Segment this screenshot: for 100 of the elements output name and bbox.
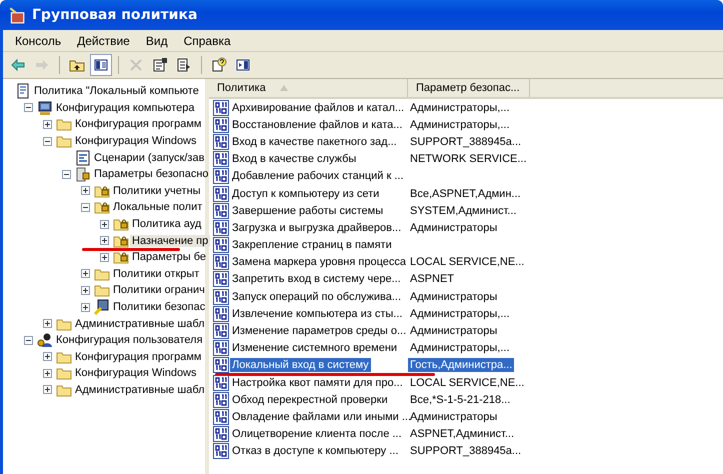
tree-item[interactable]: Административные шабл	[73, 384, 207, 396]
table-cell[interactable]: Завершение работы системы	[230, 204, 386, 218]
table-cell[interactable]: Закрепление страниц в памяти	[230, 238, 394, 252]
table-cell[interactable]: Локальный вход в систему	[230, 358, 371, 372]
table-cell[interactable]: Загрузка и выгрузка драйверов...	[230, 220, 404, 235]
expand-toggle[interactable]	[81, 302, 90, 312]
computer-icon	[37, 100, 53, 116]
table-cell: Гость,Администра...	[408, 358, 514, 372]
table-cell-text: Администраторы,...	[409, 341, 510, 356]
menu-item[interactable]: Вид	[138, 34, 176, 48]
collapse-toggle[interactable]	[43, 136, 52, 146]
table-cell-text: Администраторы	[409, 290, 498, 304]
tree-item[interactable]: Конфигурация пользователя	[54, 334, 205, 346]
column-header[interactable]: Параметр безопас...	[408, 79, 530, 97]
tree-item[interactable]: Параметры бе	[130, 251, 208, 264]
sort-arrow-icon	[280, 85, 288, 91]
expand-toggle[interactable]	[43, 368, 52, 378]
network-policy-icon	[94, 299, 110, 316]
policy-icon	[213, 202, 230, 219]
tree-item[interactable]: Политика "Локальный компьюте	[32, 85, 201, 98]
policy-icon	[213, 323, 230, 340]
expand-toggle[interactable]	[81, 186, 90, 196]
policy-icon	[213, 392, 230, 408]
table-cell[interactable]: Доступ к компьютеру из сети	[230, 186, 382, 201]
tree-item[interactable]: Политики безопас	[111, 301, 208, 314]
table-cell[interactable]: Настройка квот памяти для про...	[230, 376, 405, 390]
policy-icon	[213, 168, 230, 184]
forward-arrow-icon	[34, 57, 50, 73]
expand-toggle[interactable]	[100, 220, 109, 229]
table-cell[interactable]: Запретить вход в систему чере...	[230, 272, 403, 286]
policy-icon	[213, 306, 230, 322]
expand-toggle[interactable]	[81, 286, 90, 295]
table-cell[interactable]: Замена маркера уровня процесса	[230, 255, 408, 270]
expand-toggle[interactable]	[81, 269, 90, 278]
properties-icon	[152, 57, 168, 73]
policy-icon	[213, 340, 230, 356]
tree-item[interactable]: Сценарии (запуск/зав	[92, 152, 206, 164]
table-cell-text: SUPPORT_388945a...	[409, 444, 522, 458]
tree-item[interactable]: Политики открыт	[111, 268, 202, 280]
app-icon	[8, 6, 26, 24]
window-title: Групповая политика	[32, 7, 198, 23]
policy-icon	[213, 220, 230, 236]
expand-toggle[interactable]	[100, 236, 109, 246]
table-cell[interactable]: Запуск операций по обслужива...	[230, 290, 404, 304]
help-icon	[211, 57, 227, 73]
table-cell[interactable]: Обход перекрестной проверки	[230, 392, 390, 407]
delete-icon	[128, 57, 144, 73]
table-cell-text: Администраторы,...	[409, 100, 510, 115]
table-cell-text: Все,*S-1-5-21-218...	[409, 392, 512, 407]
tree-item[interactable]: Параметры безопасно	[92, 168, 211, 180]
tree-pane-icon	[93, 57, 109, 73]
collapse-toggle[interactable]	[81, 202, 90, 212]
tree-item[interactable]: Конфигурация Windows	[73, 367, 198, 380]
column-header[interactable]: Политика	[209, 79, 408, 97]
table-cell[interactable]: Олицетворение клиента после ...	[230, 427, 404, 442]
back-arrow-icon	[10, 57, 26, 73]
menu-item[interactable]: Справка	[176, 34, 239, 48]
table-cell[interactable]: Изменение системного времени	[230, 341, 400, 356]
tree-item[interactable]: Политика ауд	[130, 218, 204, 230]
tree-item[interactable]: Политики учетны	[111, 184, 203, 197]
policy-icon	[213, 186, 230, 202]
expand-toggle[interactable]	[100, 252, 109, 262]
table-cell-text: SUPPORT_388945a...	[409, 134, 522, 149]
table-cell[interactable]: Отказ в доступе к компьютеру ...	[230, 444, 400, 458]
tree-item[interactable]: Конфигурация программ	[73, 350, 204, 363]
tree-item[interactable]: Локальные полит	[111, 201, 204, 214]
table-cell-text: Администраторы	[409, 220, 498, 235]
table-cell[interactable]: Вход в качестве пакетного зад...	[230, 134, 399, 149]
expand-toggle[interactable]	[43, 385, 52, 394]
table-cell-text: LOCAL SERVICE,NE...	[409, 255, 526, 270]
policy-icon	[213, 426, 230, 442]
collapse-toggle[interactable]	[24, 336, 33, 345]
collapse-toggle[interactable]	[62, 170, 71, 179]
menu-item[interactable]: Действие	[69, 34, 138, 48]
policy-icon	[213, 408, 230, 425]
expand-toggle[interactable]	[43, 352, 52, 362]
policy-icon	[213, 100, 230, 116]
table-cell-text: ASPNET,Админист...	[409, 427, 516, 442]
tree-item[interactable]: Конфигурация Windows	[73, 135, 198, 148]
table-cell[interactable]: Вход в качестве службы	[230, 152, 358, 166]
menu-item[interactable]: Консоль	[7, 34, 70, 48]
tree-item[interactable]: Конфигурация компьютера	[54, 102, 196, 114]
table-cell[interactable]: Добавление рабочих станций к ...	[230, 169, 406, 184]
expand-toggle[interactable]	[43, 120, 52, 129]
tree-item[interactable]: Политики огранич	[111, 284, 207, 296]
tree-item[interactable]: Конфигурация программ	[73, 118, 204, 130]
user-icon	[37, 332, 53, 348]
tree-item[interactable]: Административные шабл	[73, 318, 207, 330]
table-cell-text: Администраторы	[409, 324, 498, 338]
expand-toggle[interactable]	[43, 319, 52, 328]
table-cell[interactable]: Изменение параметров среды о...	[230, 324, 408, 338]
tree-item[interactable]: Назначение пр	[130, 234, 210, 247]
table-cell[interactable]: Восстановление файлов и ката...	[230, 118, 404, 132]
toolbar-button[interactable]	[90, 54, 112, 76]
table-cell-text: LOCAL SERVICE,NE...	[409, 376, 526, 390]
table-cell[interactable]: Архивирование файлов и катал...	[230, 100, 406, 115]
table-cell[interactable]: Извлечение компьютера из сты...	[230, 306, 404, 321]
collapse-toggle[interactable]	[24, 103, 33, 112]
policy-icon	[213, 288, 230, 305]
table-cell-text: Администраторы,...	[409, 306, 510, 321]
